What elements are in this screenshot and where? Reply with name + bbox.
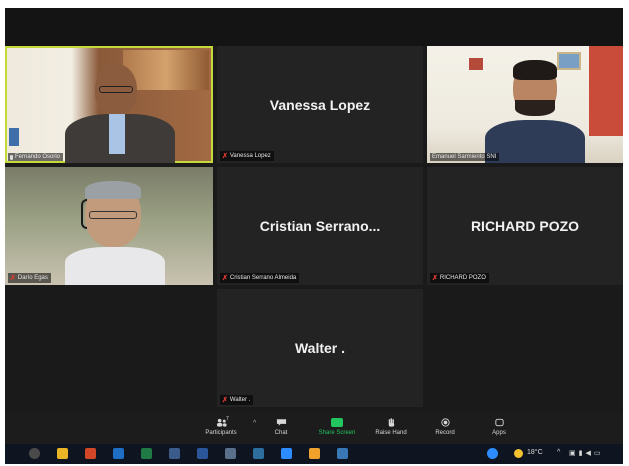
record-button[interactable]: Record	[417, 418, 473, 436]
share-screen-button[interactable]: Share Screen	[309, 418, 365, 436]
participant-name-tag: Emanuel Sarmiento SNI	[430, 153, 500, 161]
apps-button[interactable]: Apps	[471, 418, 527, 436]
share-screen-icon	[331, 418, 343, 427]
powerpoint-icon[interactable]	[85, 448, 96, 459]
participants-label: Participants	[205, 430, 237, 436]
participants-count: 7	[226, 416, 229, 422]
outlook-icon[interactable]	[113, 448, 124, 459]
temperature-text: 18°C	[527, 449, 543, 456]
word-icon[interactable]	[197, 448, 208, 459]
mic-muted-icon: ✗	[222, 153, 228, 160]
participant-name-tag: Fernando Osorio	[8, 153, 64, 161]
video-tile-cristian[interactable]: Cristian Serrano... ✗ Cristian Serrano A…	[217, 167, 423, 285]
video-tile-fernando[interactable]: Fernando Osorio	[5, 46, 213, 163]
hand-icon	[388, 418, 394, 427]
mic-muted-icon: ✗	[222, 275, 228, 282]
zoom-window: Fernando Osorio Vanessa Lopez ✗ Vanessa …	[5, 8, 623, 460]
help-icon[interactable]	[487, 448, 498, 459]
mic-muted-icon: ✗	[222, 397, 228, 404]
video-tile-dario[interactable]: ✗ Darío Egas	[5, 167, 213, 285]
headset-icon	[81, 199, 87, 229]
excel-icon[interactable]	[141, 448, 152, 459]
raise-hand-button[interactable]: Raise Hand	[363, 418, 419, 436]
chat-icon	[276, 419, 286, 426]
participants-button[interactable]: 7 Participants	[193, 416, 249, 436]
search-icon[interactable]	[29, 448, 40, 459]
person-figure	[65, 181, 165, 285]
record-icon	[440, 418, 450, 427]
raise-hand-label: Raise Hand	[375, 430, 407, 436]
participant-name-tag: ✗ Walter .	[220, 395, 254, 405]
windows-taskbar: 18°C ^ ▣▮◀▭	[5, 444, 623, 464]
video-tile-walter[interactable]: Walter . ✗ Walter .	[217, 289, 423, 407]
red-curtain	[589, 46, 623, 136]
mic-muted-icon: ✗	[10, 275, 16, 282]
chat-label: Chat	[274, 430, 288, 436]
share-screen-label: Share Screen	[318, 430, 356, 436]
self-view-thumbnail	[9, 128, 19, 146]
calculator-icon[interactable]	[253, 448, 264, 459]
top-bar	[5, 8, 623, 46]
app-icon[interactable]	[169, 448, 180, 459]
video-tile-richard[interactable]: RICHARD POZO ✗ RICHARD POZO	[427, 167, 623, 285]
participant-display-name: Cristian Serrano...	[259, 218, 381, 234]
mic-icon	[10, 154, 13, 160]
photos-icon[interactable]	[225, 448, 236, 459]
participant-name-tag: ✗ Vanessa Lopez	[220, 151, 274, 161]
app-icon[interactable]	[337, 448, 348, 459]
app-icon[interactable]	[309, 448, 320, 459]
video-tile-vanessa[interactable]: Vanessa Lopez ✗ Vanessa Lopez	[217, 46, 423, 163]
participant-display-name: RICHARD POZO	[470, 218, 580, 234]
zoom-icon[interactable]	[281, 448, 292, 459]
person-figure	[65, 58, 175, 163]
participant-name-tag: ✗ RICHARD POZO	[430, 273, 489, 283]
tray-chevron-icon[interactable]: ^	[557, 449, 560, 456]
participant-display-name: Vanessa Lopez	[269, 96, 371, 113]
file-explorer-icon[interactable]	[57, 448, 68, 459]
person-figure	[485, 60, 585, 163]
weather-icon	[514, 449, 523, 458]
apps-icon	[494, 418, 504, 427]
record-label: Record	[435, 430, 455, 436]
participant-name-tag: ✗ Darío Egas	[8, 273, 51, 283]
wall-picture	[469, 58, 483, 70]
video-tile-emanuel[interactable]: Emanuel Sarmiento SNI	[427, 46, 623, 163]
chat-button[interactable]: Chat	[253, 418, 309, 436]
participant-display-name: Walter .	[294, 340, 346, 356]
apps-label: Apps	[492, 430, 506, 436]
participants-icon	[216, 418, 227, 427]
participant-name-tag: ✗ Cristian Serrano Almeida	[220, 273, 300, 283]
system-tray-icons[interactable]: ▣▮◀▭	[569, 449, 603, 457]
mic-muted-icon: ✗	[432, 275, 438, 282]
